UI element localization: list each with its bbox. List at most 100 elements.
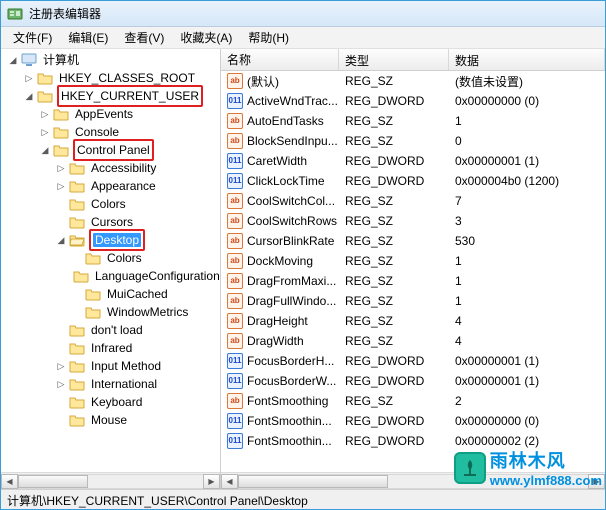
- value-data: 3: [449, 214, 605, 228]
- expand-icon[interactable]: ▷: [55, 360, 67, 372]
- scroll-thumb[interactable]: [18, 475, 88, 488]
- column-type[interactable]: 类型: [339, 49, 449, 70]
- list-row[interactable]: abCursorBlinkRateREG_SZ530: [221, 231, 605, 251]
- tree-accessibility[interactable]: ▷Accessibility: [55, 159, 220, 177]
- tree-root[interactable]: ◢ 计算机: [7, 51, 220, 69]
- column-data[interactable]: 数据: [449, 49, 605, 70]
- expand-icon[interactable]: ▷: [55, 180, 67, 192]
- expand-icon[interactable]: ▷: [23, 72, 35, 84]
- list-row[interactable]: 011ActiveWndTrac...REG_DWORD0x00000000 (…: [221, 91, 605, 111]
- collapse-icon[interactable]: ◢: [39, 144, 51, 156]
- list-row[interactable]: 011ClickLockTimeREG_DWORD0x000004b0 (120…: [221, 171, 605, 191]
- tree-appearance[interactable]: ▷Appearance: [55, 177, 220, 195]
- menu-help[interactable]: 帮助(H): [240, 27, 297, 48]
- registry-tree[interactable]: ◢ 计算机 ▷HKEY_CLASSES_ROOT ◢HKEY_CURRENT_U…: [1, 49, 220, 431]
- value-type: REG_SZ: [339, 134, 449, 148]
- collapse-icon[interactable]: ◢: [7, 54, 19, 66]
- list-row[interactable]: abCoolSwitchRowsREG_SZ3: [221, 211, 605, 231]
- value-name: DragFullWindo...: [247, 294, 336, 308]
- folder-icon: [69, 323, 85, 337]
- tree-dontload[interactable]: don't load: [55, 321, 220, 339]
- folder-icon: [69, 395, 85, 409]
- string-value-icon: ab: [227, 113, 243, 129]
- value-list[interactable]: ab(默认)REG_SZ(数值未设置)011ActiveWndTrac...RE…: [221, 71, 605, 472]
- scroll-left-icon[interactable]: ◀: [221, 474, 238, 489]
- tree-inputmethod[interactable]: ▷Input Method: [55, 357, 220, 375]
- list-hscrollbar[interactable]: ◀ ▶: [221, 472, 605, 489]
- scroll-track[interactable]: [238, 474, 588, 489]
- string-value-icon: ab: [227, 213, 243, 229]
- list-row[interactable]: abDragFullWindo...REG_SZ1: [221, 291, 605, 311]
- list-row[interactable]: abAutoEndTasksREG_SZ1: [221, 111, 605, 131]
- tree-mouse[interactable]: Mouse: [55, 411, 220, 429]
- folder-icon: [53, 107, 69, 121]
- tree-langcfg[interactable]: LanguageConfiguration: [71, 267, 220, 285]
- folder-icon: [69, 341, 85, 355]
- scroll-left-icon[interactable]: ◀: [1, 474, 18, 489]
- list-row[interactable]: abDockMovingREG_SZ1: [221, 251, 605, 271]
- tree-infrared[interactable]: Infrared: [55, 339, 220, 357]
- menu-edit[interactable]: 编辑(E): [60, 27, 116, 48]
- list-row[interactable]: abDragHeightREG_SZ4: [221, 311, 605, 331]
- list-row[interactable]: abDragWidthREG_SZ4: [221, 331, 605, 351]
- tree-controlpanel[interactable]: ◢Control Panel: [39, 141, 220, 159]
- value-type: REG_SZ: [339, 334, 449, 348]
- binary-value-icon: 011: [227, 433, 243, 449]
- tree-international[interactable]: ▷International: [55, 375, 220, 393]
- tree-appevents[interactable]: ▷AppEvents: [39, 105, 220, 123]
- binary-value-icon: 011: [227, 173, 243, 189]
- tree-desktop-colors[interactable]: Colors: [71, 249, 220, 267]
- expand-icon[interactable]: ▷: [55, 378, 67, 390]
- binary-value-icon: 011: [227, 93, 243, 109]
- computer-icon: [21, 53, 37, 67]
- statusbar: 计算机\HKEY_CURRENT_USER\Control Panel\Desk…: [1, 489, 605, 509]
- value-type: REG_SZ: [339, 74, 449, 88]
- expand-icon[interactable]: ▷: [39, 126, 51, 138]
- list-row[interactable]: 011FontSmoothin...REG_DWORD0x00000000 (0…: [221, 411, 605, 431]
- tree-hscrollbar[interactable]: ◀ ▶: [1, 472, 220, 489]
- expand-icon[interactable]: ▷: [55, 162, 67, 174]
- tree-keyboard[interactable]: Keyboard: [55, 393, 220, 411]
- expand-icon[interactable]: ▷: [39, 108, 51, 120]
- tree-desktop[interactable]: ◢Desktop: [55, 231, 220, 249]
- value-data: 1: [449, 114, 605, 128]
- collapse-icon[interactable]: ◢: [23, 90, 35, 102]
- list-row[interactable]: abFontSmoothingREG_SZ2: [221, 391, 605, 411]
- string-value-icon: ab: [227, 133, 243, 149]
- list-row[interactable]: 011FocusBorderW...REG_DWORD0x00000001 (1…: [221, 371, 605, 391]
- list-row[interactable]: abDragFromMaxi...REG_SZ1: [221, 271, 605, 291]
- regedit-window: 注册表编辑器 文件(F) 编辑(E) 查看(V) 收藏夹(A) 帮助(H) ◢ …: [0, 0, 606, 510]
- tree-colors[interactable]: Colors: [55, 195, 220, 213]
- menu-view[interactable]: 查看(V): [116, 27, 172, 48]
- list-row[interactable]: ab(默认)REG_SZ(数值未设置): [221, 71, 605, 91]
- titlebar[interactable]: 注册表编辑器: [1, 1, 605, 27]
- scroll-track[interactable]: [18, 474, 203, 489]
- collapse-icon[interactable]: ◢: [55, 234, 67, 246]
- value-data: 0x00000001 (1): [449, 354, 605, 368]
- list-row[interactable]: abBlockSendInpu...REG_SZ0: [221, 131, 605, 151]
- menu-file[interactable]: 文件(F): [5, 27, 60, 48]
- menu-fav[interactable]: 收藏夹(A): [172, 27, 240, 48]
- folder-open-icon: [69, 233, 85, 247]
- value-type: REG_SZ: [339, 254, 449, 268]
- list-row[interactable]: 011CaretWidthREG_DWORD0x00000001 (1): [221, 151, 605, 171]
- folder-icon: [37, 71, 53, 85]
- value-name: (默认): [247, 73, 279, 90]
- tree-winmetrics[interactable]: WindowMetrics: [71, 303, 220, 321]
- value-data: 1: [449, 254, 605, 268]
- column-name[interactable]: 名称: [221, 49, 339, 70]
- string-value-icon: ab: [227, 73, 243, 89]
- list-row[interactable]: 011FocusBorderH...REG_DWORD0x00000001 (1…: [221, 351, 605, 371]
- value-data: 7: [449, 194, 605, 208]
- tree-hkcu[interactable]: ◢HKEY_CURRENT_USER: [23, 87, 220, 105]
- binary-value-icon: 011: [227, 413, 243, 429]
- value-name: BlockSendInpu...: [247, 134, 338, 148]
- list-row[interactable]: 011FontSmoothin...REG_DWORD0x00000002 (2…: [221, 431, 605, 451]
- scroll-right-icon[interactable]: ▶: [588, 474, 605, 489]
- string-value-icon: ab: [227, 273, 243, 289]
- scroll-right-icon[interactable]: ▶: [203, 474, 220, 489]
- scroll-thumb[interactable]: [238, 475, 388, 488]
- tree-muicached[interactable]: MuiCached: [71, 285, 220, 303]
- list-row[interactable]: abCoolSwitchCol...REG_SZ7: [221, 191, 605, 211]
- string-value-icon: ab: [227, 233, 243, 249]
